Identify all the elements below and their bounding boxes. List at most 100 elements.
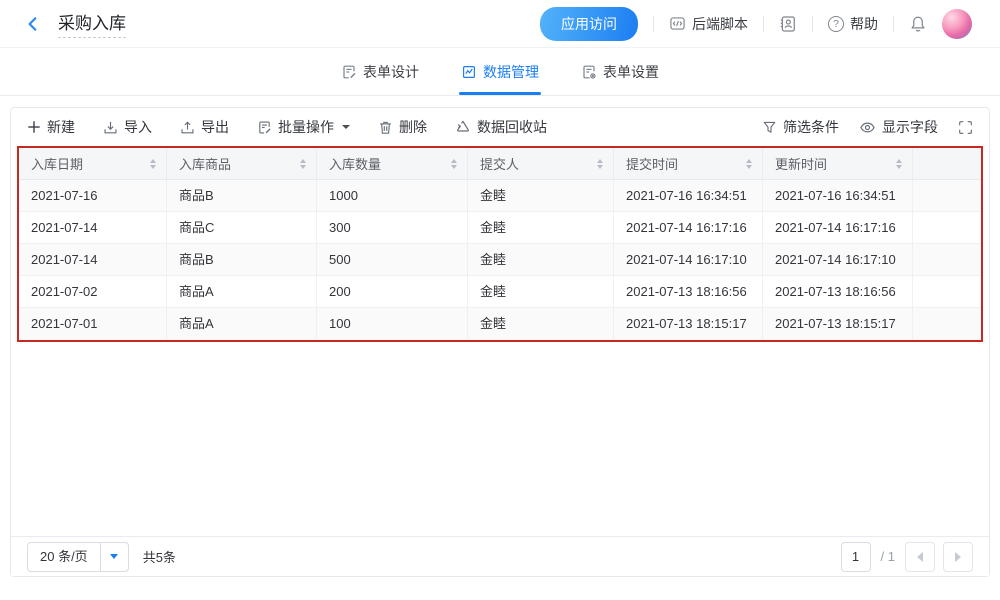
tab-data-management[interactable]: 数据管理: [461, 48, 539, 95]
user-avatar[interactable]: [942, 9, 972, 39]
cell-inbound-product: 商品B: [167, 180, 317, 212]
table-row[interactable]: 2021-07-02 商品A 200 金睦 2021-07-13 18:16:5…: [19, 276, 981, 308]
backend-script-label: 后端脚本: [692, 14, 748, 34]
sort-icon[interactable]: [150, 159, 156, 169]
recycle-bin-button[interactable]: 数据回收站: [455, 117, 547, 137]
export-icon: [180, 120, 195, 135]
column-header-empty: [913, 148, 981, 180]
bell-icon: [909, 15, 927, 33]
plus-icon: [27, 120, 41, 134]
tab-label: 表单设计: [363, 62, 419, 82]
next-page-button[interactable]: [943, 542, 973, 572]
cell-inbound-quantity: 500: [317, 244, 468, 276]
cell-inbound-date: 2021-07-16: [19, 180, 167, 212]
cell-submit-time: 2021-07-13 18:15:17: [614, 308, 763, 340]
batch-operations-label: 批量操作: [278, 117, 334, 137]
cell-inbound-date: 2021-07-14: [19, 244, 167, 276]
table-toolbar: 新建 导入 导出 批量操作 删除: [11, 108, 989, 146]
arrow-right-icon: [955, 552, 961, 562]
cell-inbound-date: 2021-07-14: [19, 212, 167, 244]
display-fields-label: 显示字段: [882, 117, 938, 137]
question-icon: ?: [828, 16, 844, 32]
cell-update-time: 2021-07-14 16:17:16: [763, 212, 913, 244]
table-body: 2021-07-16 商品B 1000 金睦 2021-07-16 16:34:…: [19, 180, 981, 340]
column-label: 提交人: [480, 154, 519, 173]
tab-bar: 表单设计 数据管理 表单设置: [0, 48, 1000, 96]
cell-submitter: 金睦: [468, 180, 614, 212]
column-label: 入库商品: [179, 154, 231, 173]
column-header-inbound-product[interactable]: 入库商品: [167, 148, 317, 180]
notifications-button[interactable]: [909, 15, 927, 33]
import-label: 导入: [124, 117, 152, 137]
cell-inbound-date: 2021-07-01: [19, 308, 167, 340]
table-row[interactable]: 2021-07-01 商品A 100 金睦 2021-07-13 18:15:1…: [19, 308, 981, 340]
batch-operations-button[interactable]: 批量操作: [257, 117, 350, 137]
funnel-icon: [762, 120, 777, 135]
export-button[interactable]: 导出: [180, 117, 229, 137]
cell-empty: [913, 212, 981, 244]
page-title[interactable]: 采购入库: [58, 9, 126, 38]
sort-icon[interactable]: [597, 159, 603, 169]
sort-icon[interactable]: [896, 159, 902, 169]
cell-submitter: 金睦: [468, 276, 614, 308]
column-header-inbound-quantity[interactable]: 入库数量: [317, 148, 468, 180]
chart-icon: [461, 64, 477, 80]
new-record-button[interactable]: 新建: [27, 117, 75, 137]
help-button[interactable]: ? 帮助: [828, 14, 878, 34]
tab-form-design[interactable]: 表单设计: [341, 48, 419, 95]
cell-inbound-product: 商品C: [167, 212, 317, 244]
sort-icon[interactable]: [451, 159, 457, 169]
cell-submitter: 金睦: [468, 212, 614, 244]
display-fields-button[interactable]: 显示字段: [859, 117, 938, 137]
divider: [893, 16, 894, 32]
caret-down-icon: [342, 125, 350, 129]
delete-label: 删除: [399, 117, 427, 137]
column-header-submitter[interactable]: 提交人: [468, 148, 614, 180]
cell-inbound-quantity: 1000: [317, 180, 468, 212]
page-size-select[interactable]: 20 条/页: [27, 542, 129, 572]
cell-submit-time: 2021-07-16 16:34:51: [614, 180, 763, 212]
export-label: 导出: [201, 117, 229, 137]
cell-submit-time: 2021-07-14 16:17:10: [614, 244, 763, 276]
current-page-input[interactable]: 1: [841, 542, 871, 572]
cell-inbound-product: 商品B: [167, 244, 317, 276]
page-size-value: 20 条/页: [28, 543, 100, 571]
backend-script-button[interactable]: 后端脚本: [669, 14, 748, 34]
table-row[interactable]: 2021-07-16 商品B 1000 金睦 2021-07-16 16:34:…: [19, 180, 981, 212]
column-header-submit-time[interactable]: 提交时间: [614, 148, 763, 180]
recycle-bin-label: 数据回收站: [477, 117, 547, 137]
table-header-row: 入库日期 入库商品 入库数量 提交人 提交时间 更新时间: [19, 148, 981, 180]
cell-submit-time: 2021-07-13 18:16:56: [614, 276, 763, 308]
table-row[interactable]: 2021-07-14 商品C 300 金睦 2021-07-14 16:17:1…: [19, 212, 981, 244]
fullscreen-button[interactable]: [958, 120, 973, 135]
divider: [763, 16, 764, 32]
prev-page-button[interactable]: [905, 542, 935, 572]
cell-empty: [913, 180, 981, 212]
cell-inbound-product: 商品A: [167, 308, 317, 340]
import-button[interactable]: 导入: [103, 117, 152, 137]
sort-icon[interactable]: [300, 159, 306, 169]
app-access-button[interactable]: 应用访问: [540, 7, 638, 41]
delete-button[interactable]: 删除: [378, 117, 427, 137]
column-header-inbound-date[interactable]: 入库日期: [19, 148, 167, 180]
tab-form-settings[interactable]: 表单设置: [581, 48, 659, 95]
arrow-left-icon: [917, 552, 923, 562]
cell-inbound-quantity: 200: [317, 276, 468, 308]
fullscreen-icon: [958, 120, 973, 135]
code-icon: [669, 15, 686, 32]
divider: [653, 16, 654, 32]
filter-button[interactable]: 筛选条件: [762, 117, 839, 137]
column-label: 入库日期: [31, 154, 83, 173]
sort-icon[interactable]: [746, 159, 752, 169]
column-header-update-time[interactable]: 更新时间: [763, 148, 913, 180]
back-button[interactable]: [24, 15, 42, 33]
data-table-highlighted-region: 入库日期 入库商品 入库数量 提交人 提交时间 更新时间: [17, 146, 983, 342]
pager-controls: 1 / 1: [841, 542, 973, 572]
table-row[interactable]: 2021-07-14 商品B 500 金睦 2021-07-14 16:17:1…: [19, 244, 981, 276]
form-gear-icon: [581, 64, 597, 80]
contacts-button[interactable]: [779, 15, 797, 33]
cell-empty: [913, 244, 981, 276]
address-book-icon: [779, 15, 797, 33]
cell-inbound-date: 2021-07-02: [19, 276, 167, 308]
cell-inbound-quantity: 300: [317, 212, 468, 244]
